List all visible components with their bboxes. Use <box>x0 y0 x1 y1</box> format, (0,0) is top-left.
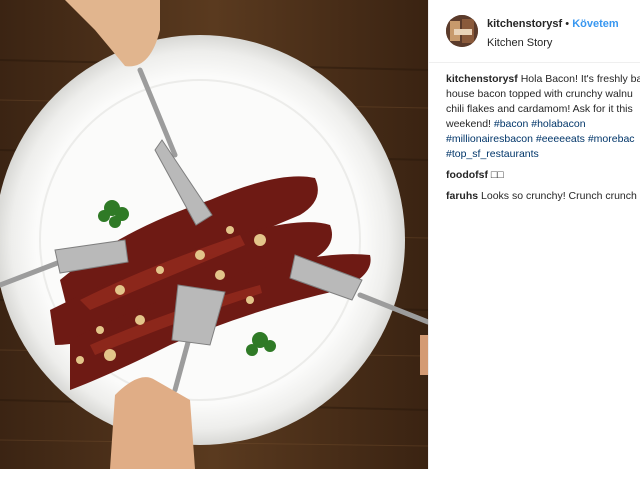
header-user-line: kitchenstorysf • Követem <box>487 18 619 30</box>
bottom-margin <box>0 469 640 480</box>
comment-text: Looks so crunchy! Crunch crunch <box>481 190 637 202</box>
header-location[interactable]: Kitchen Story <box>487 37 552 49</box>
comment-username[interactable]: foodofsf <box>446 169 488 181</box>
caption-line4-prefix: weekend! <box>446 118 494 130</box>
caption-line3: chili flakes and cardamom! Ask for it th… <box>446 103 633 115</box>
post-side-panel: kitchenstorysf • Követem Kitchen Story k… <box>428 0 640 469</box>
caption-line1: Hola Bacon! It's freshly ba <box>520 73 640 85</box>
comments-list: kitchenstorysf Hola Bacon! It's freshly … <box>446 72 640 210</box>
comment-item: faruhs Looks so crunchy! Crunch crunch <box>446 189 640 204</box>
bacon-photo <box>0 0 428 469</box>
header-dot: • <box>565 18 570 30</box>
caption: kitchenstorysf Hola Bacon! It's freshly … <box>446 72 640 162</box>
post-photo[interactable] <box>0 0 428 469</box>
avatar[interactable] <box>446 15 478 47</box>
comment-text: □□ <box>490 169 504 181</box>
caption-line2: house bacon topped with crunchy walnu <box>446 88 633 100</box>
comment-username[interactable]: faruhs <box>446 190 478 202</box>
caption-username[interactable]: kitchenstorysf <box>446 73 518 85</box>
caption-tags-line5[interactable]: #millionairesbacon #eeeeeats #morebac <box>446 133 635 145</box>
caption-tags-line4[interactable]: #bacon #holabacon <box>494 118 586 130</box>
comment-item: foodofsf □□ <box>446 168 640 183</box>
follow-button[interactable]: Követem <box>572 18 618 30</box>
avatar-image <box>446 15 478 47</box>
post-header: kitchenstorysf • Követem Kitchen Story <box>429 0 640 63</box>
header-username[interactable]: kitchenstorysf <box>487 18 562 30</box>
caption-tags-line6[interactable]: #top_sf_restaurants <box>446 148 539 160</box>
